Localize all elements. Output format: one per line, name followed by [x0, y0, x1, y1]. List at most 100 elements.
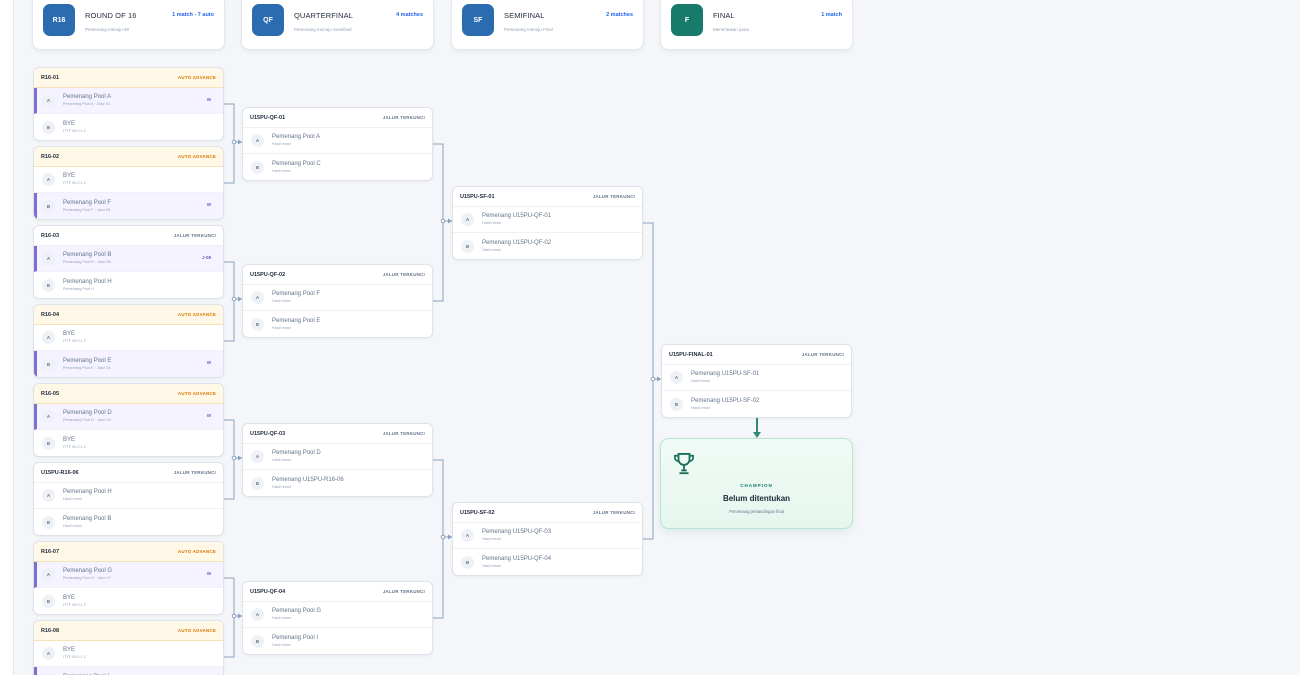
match-header: U15PU-R16-06 JALUR TERKUNCI [34, 463, 223, 483]
match-code: U15PU-QF-03 [250, 430, 286, 437]
match-code: R16-02 [41, 153, 60, 160]
slot-letter-badge: B [251, 476, 264, 490]
slot-letter-badge: A [42, 410, 55, 423]
match-card[interactable]: U15PU-SF-02 JALUR TERKUNCI A Pemenang U15PU… [452, 502, 643, 576]
match-slot[interactable]: A BYE ITTF 00.0.1.2 [34, 325, 223, 351]
champion-label: CHAMPION [740, 483, 773, 488]
slot-player-sub: Hasil resmi [482, 221, 501, 226]
match-card[interactable]: R16-04 AUTO ADVANCE A BYE ITTF 00.0.1.2 B Peme… [33, 304, 224, 378]
slot-player-name: Pemenang Pool D [63, 410, 112, 417]
slot-player-name: BYE [63, 331, 76, 338]
match-status-tag: AUTO ADVANCE [177, 549, 216, 554]
slot-letter-badge: B [251, 160, 264, 174]
match-slot[interactable]: B Pemenang U15PU-QF-02 Hasil resmi [453, 233, 642, 259]
slot-letter-badge: B [42, 278, 55, 292]
round-card-3[interactable]: F FINAL Menentukan juara 1 match [660, 0, 853, 50]
match-slot[interactable]: B Pemenang U15PU-SF-02 Hasil resmi [662, 391, 851, 417]
slot-text: BYE ITTF 00.0.1.2 [63, 437, 86, 449]
match-slot[interactable]: B Pemenang U15PU-R16-06 Hasil resmi [243, 470, 432, 496]
connector-final-bracket [643, 222, 654, 540]
match-header: R16-02 AUTO ADVANCE [34, 147, 223, 167]
match-card[interactable]: R16-05 AUTO ADVANCE A Pemenang Pool D Pemena… [33, 383, 224, 457]
match-slot[interactable]: A Pemenang U15PU-QF-01 Hasil resmi [453, 207, 642, 233]
match-slot[interactable]: B Pemenang Pool B Hasil resmi [34, 509, 223, 535]
slot-letter-badge: B [42, 515, 55, 529]
match-slot[interactable]: A Pemenang U15PU-SF-01 Hasil resmi [662, 365, 851, 391]
match-card[interactable]: R16-08 AUTO ADVANCE A BYEITTF 00.0.1.2 BPeme… [33, 620, 224, 675]
round-card-2[interactable]: SF SEMIFINAL Pemenang menuju Final 2 matche… [451, 0, 644, 50]
match-card[interactable]: R16-07 AUTO ADVANCE A Pemenang Pool G Pemena… [33, 541, 224, 615]
match-slot[interactable]: B Pemenang Pool C Hasil resmi [243, 154, 432, 180]
match-card[interactable]: U15PU-QF-01 JALUR TERKUNCI A Pemenang Pool … [242, 107, 433, 181]
match-code: R16-05 [41, 390, 60, 397]
slot-player-sub: Hasil resmi [482, 563, 501, 568]
connector-qf4-bracket [224, 577, 235, 658]
slot-text: Pemenang Pool F Hasil resmi [272, 291, 320, 303]
slot-player-name: BYE [63, 594, 76, 601]
slot-score: W [206, 202, 211, 207]
match-slot[interactable]: A BYE ITTF 00.0.1.2 [34, 641, 223, 667]
slot-player-sub: ITTF 00.0.1.2 [63, 444, 86, 449]
slot-text: Pemenang Pool C Hasil resmi [272, 161, 321, 173]
match-slot[interactable]: B Pemenang Pool H Pemenang Pool H [34, 272, 223, 298]
slot-player-name: Pemenang Pool E [63, 357, 112, 364]
slot-text: BYE ITTF 00.0.1.2 [63, 121, 86, 133]
match-slot[interactable]: A Pemenang Pool B Pemenang Pool B · Jalur … [34, 246, 223, 272]
match-card[interactable]: U15PU-FINAL-01 JALUR TERKUNCI A Pemenang U1… [661, 344, 852, 418]
match-slot[interactable]: A Pemenang Pool G Pemenang Pool G · Jalur … [34, 562, 223, 588]
slot-text: Pemenang U15PU-R16-06 Hasil resmi [272, 477, 344, 489]
match-status-tag: JALUR TERKUNCI [801, 352, 844, 357]
round-card-0[interactable]: R16 ROUND OF 16 Pemenang menuju 88 1 match … [32, 0, 225, 50]
match-card[interactable]: U15PU-QF-04 JALUR TERKUNCI A Pemenang Pool … [242, 581, 433, 655]
match-slot[interactable]: A Pemenang Pool A Pemenang Pool A · Jalur … [34, 88, 223, 114]
slot-text: Pemenang Pool D Pemenang Pool D · Jalur 0… [63, 410, 112, 422]
match-slot[interactable]: B Pemenang Pool I Hasil resmi [243, 628, 432, 654]
round-subtitle: Pemenang menuju Final [504, 27, 553, 32]
match-code: U15PU-SF-01 [460, 193, 495, 200]
slot-player-name: BYE [63, 120, 76, 127]
match-slot[interactable]: A Pemenang Pool A Hasil resmi [243, 128, 432, 154]
match-slot[interactable]: A Pemenang U15PU-QF-03 Hasil resmi [453, 523, 642, 549]
match-header: R16-03 JALUR TERKUNCI [34, 226, 223, 246]
match-slot[interactable]: B Pemenang Pool E Hasil resmi [243, 311, 432, 337]
slot-score: W [206, 571, 211, 576]
match-card[interactable]: R16-01 AUTO ADVANCE A Pemenang Pool A Pemena… [33, 67, 224, 141]
match-slot[interactable]: B Pemenang Pool E Pemenang Pool E · Jalur … [34, 351, 223, 377]
sidebar-edge [0, 0, 14, 675]
round-card-1[interactable]: QF QUARTERFINAL Pemenang menuju Semifinal 4… [241, 0, 434, 50]
slot-player-sub: Pemenang Pool B · Jalur 08 [63, 260, 111, 265]
match-slot[interactable]: A Pemenang Pool G Hasil resmi [243, 602, 432, 628]
match-slot[interactable]: B BYE ITTF 00.0.1.2 [34, 430, 223, 456]
match-card[interactable]: R16-02 AUTO ADVANCE A BYE ITTF 00.0.1.2 B Peme… [33, 146, 224, 220]
match-slot[interactable]: B Pemenang U15PU-QF-04 Hasil resmi [453, 549, 642, 575]
match-code: R16-07 [41, 548, 60, 555]
match-status-tag: AUTO ADVANCE [177, 628, 216, 633]
slot-player-sub: ITTF 00.0.1.2 [63, 339, 86, 344]
match-slot[interactable]: B BYE ITTF 00.0.1.2 [34, 588, 223, 614]
connector-node [231, 139, 237, 145]
match-card[interactable]: U15PU-QF-02 JALUR TERKUNCI A Pemenang Pool … [242, 264, 433, 338]
match-card[interactable]: U15PU-R16-06 JALUR TERKUNCI A Pemenang Pool… [33, 462, 224, 536]
match-slot[interactable]: B Pemenang Pool F Pemenang Pool F · Jalur … [34, 193, 223, 219]
match-slot[interactable]: A Pemenang Pool D Hasil resmi [243, 444, 432, 470]
slot-letter-badge: A [42, 331, 55, 344]
slot-letter-badge: A [251, 608, 264, 621]
slot-text: BYE ITTF 00.0.1.2 [63, 647, 86, 659]
slot-player-sub: Pemenang Pool A · Jalur 01 [63, 102, 111, 107]
match-card[interactable]: U15PU-SF-01 JALUR TERKUNCI A Pemenang U15PU… [452, 186, 643, 260]
match-card[interactable]: U15PU-QF-03 JALUR TERKUNCI A Pemenang Pool … [242, 423, 433, 497]
slot-player-sub: Hasil resmi [272, 616, 291, 621]
match-slot[interactable]: B BYE ITTF 00.0.1.2 [34, 114, 223, 140]
match-slot[interactable]: A Pemenang Pool F Hasil resmi [243, 285, 432, 311]
slot-player-name: BYE [63, 647, 76, 654]
match-slot[interactable]: A Pemenang Pool H Hasil resmi [34, 483, 223, 509]
slot-letter-badge: A [42, 647, 55, 660]
match-slot[interactable]: A BYE ITTF 00.0.1.2 [34, 167, 223, 193]
round-name: SEMIFINAL [504, 11, 545, 20]
match-slot[interactable]: BPemenang Pool IPemenang Pool I · Jalur … [34, 667, 223, 675]
slot-text: Pemenang Pool G Hasil resmi [272, 608, 321, 620]
slot-letter-badge: A [251, 291, 264, 304]
round-subtitle: Pemenang menuju 88 [85, 27, 130, 32]
match-card[interactable]: R16-03 JALUR TERKUNCI A Pemenang Pool B Peme… [33, 225, 224, 299]
match-slot[interactable]: A Pemenang Pool D Pemenang Pool D · Jalur … [34, 404, 223, 430]
